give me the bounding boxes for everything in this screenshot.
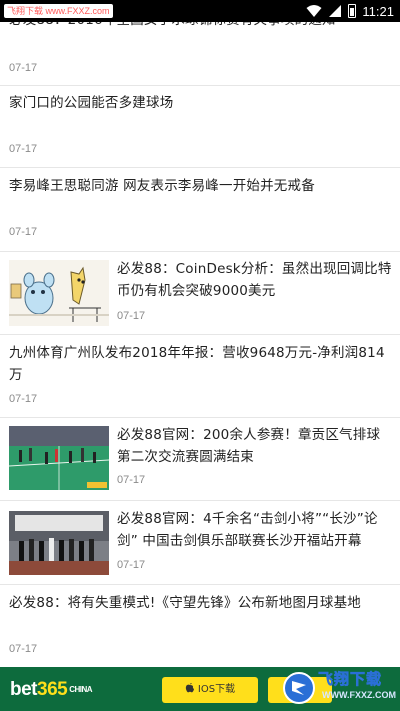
cartoon-animals-image <box>9 260 109 326</box>
clock: 11:21 <box>362 3 394 19</box>
signal-icon <box>329 5 342 17</box>
news-date: 07-17 <box>9 393 38 405</box>
ad-brand-logo: bet365 CHINA <box>10 679 93 701</box>
news-item[interactable]: 李易峰王思聪同游 网友表示李易峰一开始并无戒备 07-17 <box>0 168 400 252</box>
news-date: 07-17 <box>9 226 38 238</box>
news-thumbnail <box>9 511 109 575</box>
volleyball-court-image <box>9 426 109 490</box>
battery-icon <box>348 4 357 18</box>
news-item[interactable]: 家门口的公园能否多建球场 07-17 <box>0 86 400 168</box>
news-item[interactable]: 必发88：将有失重模式!《守望先锋》公布新地图月球基地 07-17 <box>0 585 400 667</box>
ios-download-button[interactable]: IOS下载 <box>162 677 258 703</box>
ad-brand-suffix: CHINA <box>69 685 93 695</box>
news-item[interactable]: 必发88官网：200余人参赛！章贡区气排球第二次交流赛圆满结束 07-17 <box>0 418 400 501</box>
news-thumbnail <box>9 260 109 326</box>
news-title: 必发88官网：200余人参赛！章贡区气排球第二次交流赛圆满结束 <box>117 427 381 465</box>
news-date: 07-17 <box>117 310 146 322</box>
news-item[interactable]: 九州体育广州队发布2018年年报：营收9648万元-净利润814万 07-17 <box>0 335 400 418</box>
news-date: 07-17 <box>117 474 146 486</box>
site-watermark: 飞翔下载 www.FXXZ.com <box>4 4 113 18</box>
news-title: 家门口的公园能否多建球场 <box>9 95 174 111</box>
watermark-name: 飞翔下载 <box>318 670 383 689</box>
site-watermark-logo: 飞翔下载 WWW.FXXZ.COM <box>282 666 396 710</box>
watermark-logo-icon <box>283 672 315 704</box>
news-item[interactable]: 必发88：CoinDesk分析：虽然出现回调比特币仍有机会突破9000美元 07… <box>0 252 400 335</box>
news-date: 07-17 <box>9 62 38 74</box>
news-title: 必发88：将有失重模式!《守望先锋》公布新地图月球基地 <box>9 595 361 611</box>
news-date: 07-17 <box>9 643 38 655</box>
apple-icon <box>185 683 194 693</box>
status-icons: 11:21 <box>306 0 394 22</box>
news-title: 必发88官网：4千余名“击剑小将”“长沙”论剑” 中国击剑俱乐部联赛长沙开福站开… <box>117 511 378 549</box>
ios-download-label: IOS下载 <box>197 684 236 695</box>
wifi-icon <box>306 5 322 17</box>
news-title: 九州体育广州队发布2018年年报：营收9648万元-净利润814万 <box>9 345 385 383</box>
news-date: 07-17 <box>117 559 146 571</box>
news-title: 李易峰王思聪同游 网友表示李易峰一开始并无戒备 <box>9 178 315 194</box>
watermark-url: WWW.FXXZ.COM <box>322 690 396 700</box>
news-date: 07-17 <box>9 143 38 155</box>
fencing-ceremony-image <box>9 511 109 575</box>
ad-brand-number: 365 <box>37 679 68 700</box>
ad-brand-main: bet <box>10 679 38 700</box>
news-thumbnail <box>9 426 109 490</box>
news-item[interactable]: 必发88官网：4千余名“击剑小将”“长沙”论剑” 中国击剑俱乐部联赛长沙开福站开… <box>0 501 400 585</box>
news-title: 必发88：CoinDesk分析：虽然出现回调比特币仍有机会突破9000美元 <box>117 261 392 299</box>
status-bar: 飞翔下载 www.FXXZ.com 11:21 <box>0 0 400 22</box>
